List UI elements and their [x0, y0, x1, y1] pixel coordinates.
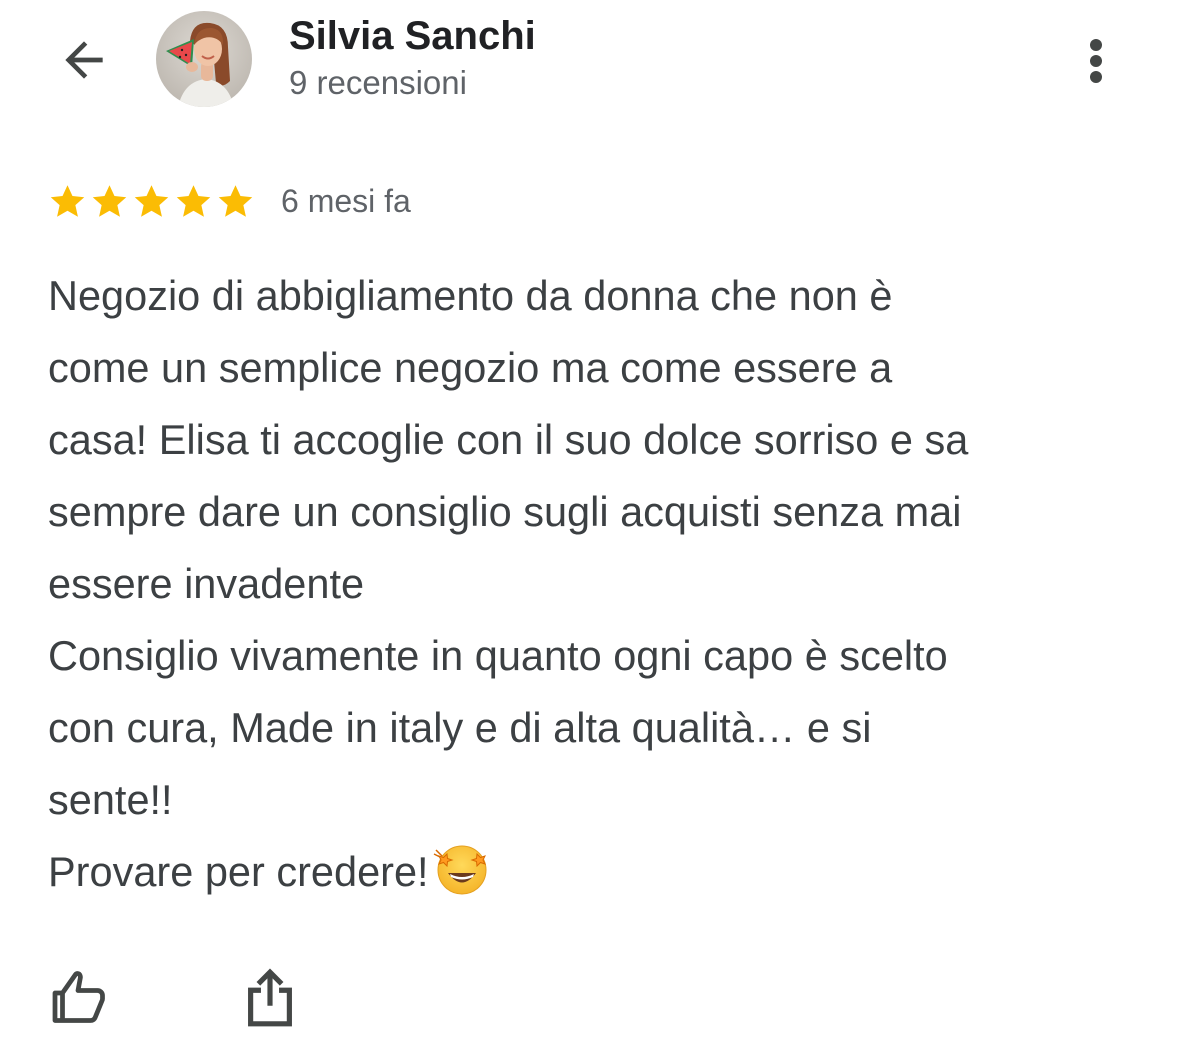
rating-row: 6 mesi fa	[47, 180, 411, 222]
review-line: sempre dare un consiglio sugli acquisti …	[48, 488, 962, 535]
profile-photo	[156, 11, 252, 107]
share-icon	[248, 968, 292, 1027]
review-line: come un semplice negozio ma come essere …	[48, 344, 893, 391]
star-rating	[47, 181, 256, 222]
review-line: Negozio di abbigliamento da donna che no…	[48, 272, 893, 319]
star-icon	[176, 184, 211, 217]
more-vertical-icon	[1090, 39, 1102, 83]
back-button[interactable]	[50, 26, 118, 94]
avatar[interactable]	[156, 11, 252, 107]
review-last-line: Provare per credere!	[48, 836, 1148, 908]
review-line: essere invadente	[48, 560, 365, 607]
review-line: Consiglio vivamente in quanto ogni capo …	[48, 632, 948, 679]
thumbs-up-icon	[52, 971, 105, 1023]
star-icon	[134, 184, 169, 217]
share-button[interactable]	[232, 962, 308, 1034]
star-icon	[50, 184, 85, 217]
star-struck-emoji	[433, 845, 487, 895]
review-count[interactable]: 9 recensioni	[289, 64, 467, 102]
star-icon	[218, 184, 253, 217]
review-text: Negozio di abbigliamento da donna che no…	[48, 260, 1148, 908]
author-name[interactable]: Silvia Sanchi	[289, 14, 536, 59]
review-date: 6 mesi fa	[281, 182, 411, 219]
more-options-button[interactable]	[1070, 26, 1122, 94]
review-line: Provare per credere!	[48, 848, 429, 895]
like-button[interactable]	[40, 962, 120, 1034]
review-line: con cura, Made in italy e di alta qualit…	[48, 704, 872, 751]
arrow-left-icon	[65, 41, 103, 79]
star-icon	[92, 184, 127, 217]
review-line: casa! Elisa ti accoglie con il suo dolce…	[48, 416, 969, 463]
review-line: sente!!	[48, 776, 173, 823]
